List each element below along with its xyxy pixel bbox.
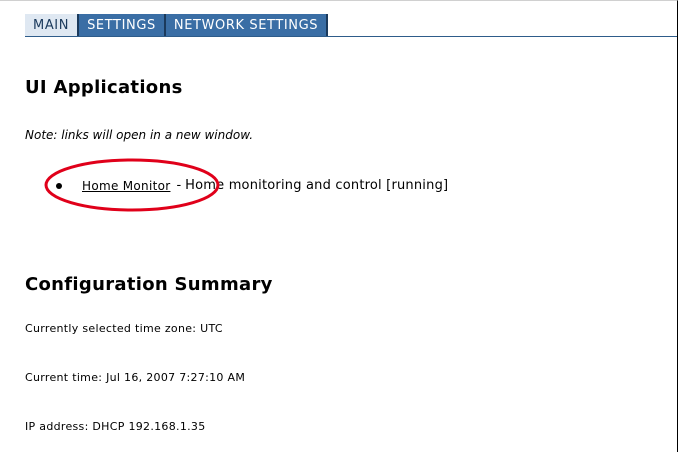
page: MAIN SETTINGS NETWORK SETTINGS UI Applic…	[0, 0, 678, 452]
application-list-item: Home Monitor - Home monitoring and contr…	[56, 178, 448, 193]
bullet-icon	[56, 182, 62, 189]
tab-network-settings[interactable]: NETWORK SETTINGS	[166, 14, 329, 36]
app-separator: -	[176, 178, 182, 193]
app-description: Home monitoring and control [running]	[185, 178, 449, 193]
tab-main[interactable]: MAIN	[25, 14, 80, 36]
tab-bar: MAIN SETTINGS NETWORK SETTINGS	[25, 14, 677, 37]
ip-address-text: IP address: DHCP 192.168.1.35	[25, 420, 206, 433]
tab-settings[interactable]: SETTINGS	[79, 14, 166, 36]
ui-applications-heading: UI Applications	[25, 77, 183, 98]
configuration-summary-heading: Configuration Summary	[25, 274, 273, 295]
tab-list: MAIN SETTINGS NETWORK SETTINGS	[25, 14, 329, 36]
new-window-note: Note: links will open in a new window.	[25, 128, 254, 142]
home-monitor-link[interactable]: Home Monitor	[82, 179, 170, 193]
time-zone-text: Currently selected time zone: UTC	[25, 322, 223, 335]
current-time-text: Current time: Jul 16, 2007 7:27:10 AM	[25, 371, 246, 384]
